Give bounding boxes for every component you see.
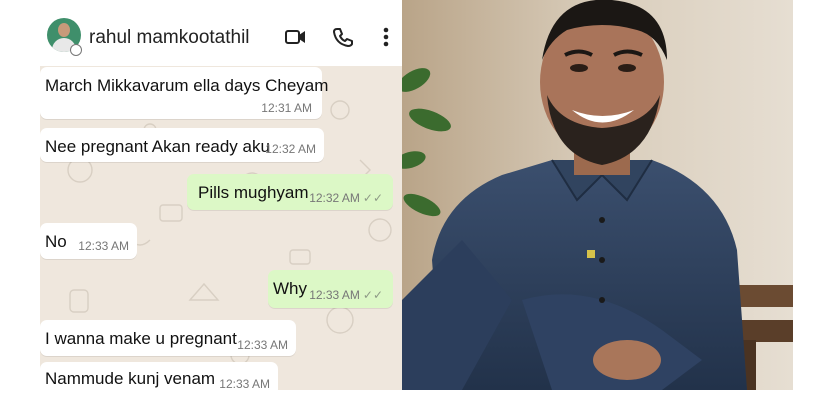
message-bubble-incoming[interactable]: Nammude kunj venam 12:33 AM — [40, 362, 278, 390]
contact-name[interactable]: rahul mamkootathil — [89, 27, 250, 49]
message-text: I wanna make u pregnant — [45, 329, 237, 348]
message-text: Pills mughyam — [198, 183, 309, 202]
chat-screenshot: rahul mamkootathil March Mikkavarum ella… — [40, 0, 402, 390]
message-bubble-incoming[interactable]: Nee pregnant Akan ready aku 12:32 AM — [40, 128, 324, 162]
message-bubble-incoming[interactable]: I wanna make u pregnant 12:33 AM — [40, 320, 296, 356]
message-time: 12:33 AM — [309, 288, 360, 302]
message-text: No — [45, 232, 67, 251]
status-ring-icon — [70, 44, 82, 56]
message-text: Nammude kunj venam — [45, 369, 216, 388]
message-time: 12:32 AM — [309, 191, 360, 205]
message-time: 12:31 AM — [261, 101, 312, 115]
message-bubble-incoming[interactable]: No 12:33 AM — [40, 223, 137, 259]
more-options-icon[interactable] — [373, 24, 399, 50]
voice-call-icon[interactable] — [330, 24, 356, 50]
message-time: 12:33 AM — [237, 338, 288, 352]
message-text: Nee pregnant Akan ready aku — [45, 137, 270, 156]
read-ticks-icon: ✓✓ — [362, 191, 383, 205]
chat-header: rahul mamkootathil — [40, 0, 402, 66]
message-bubble-outgoing[interactable]: Why 12:33 AM ✓✓ — [268, 270, 393, 308]
message-bubble-incoming[interactable]: March Mikkavarum ella days Cheyam 12:31 … — [40, 67, 328, 119]
message-time: 12:33 AM — [219, 377, 270, 390]
video-call-icon[interactable] — [283, 24, 309, 50]
message-time: 12:33 AM — [78, 239, 129, 253]
message-text: Why — [273, 279, 307, 298]
read-ticks-icon: ✓✓ — [362, 288, 383, 302]
message-time: 12:32 AM — [265, 142, 316, 156]
message-bubble-outgoing[interactable]: Pills mughyam 12:32 AM ✓✓ — [187, 174, 393, 210]
message-text: March Mikkavarum ella days Cheyam — [45, 76, 329, 95]
person-photo — [402, 0, 793, 390]
